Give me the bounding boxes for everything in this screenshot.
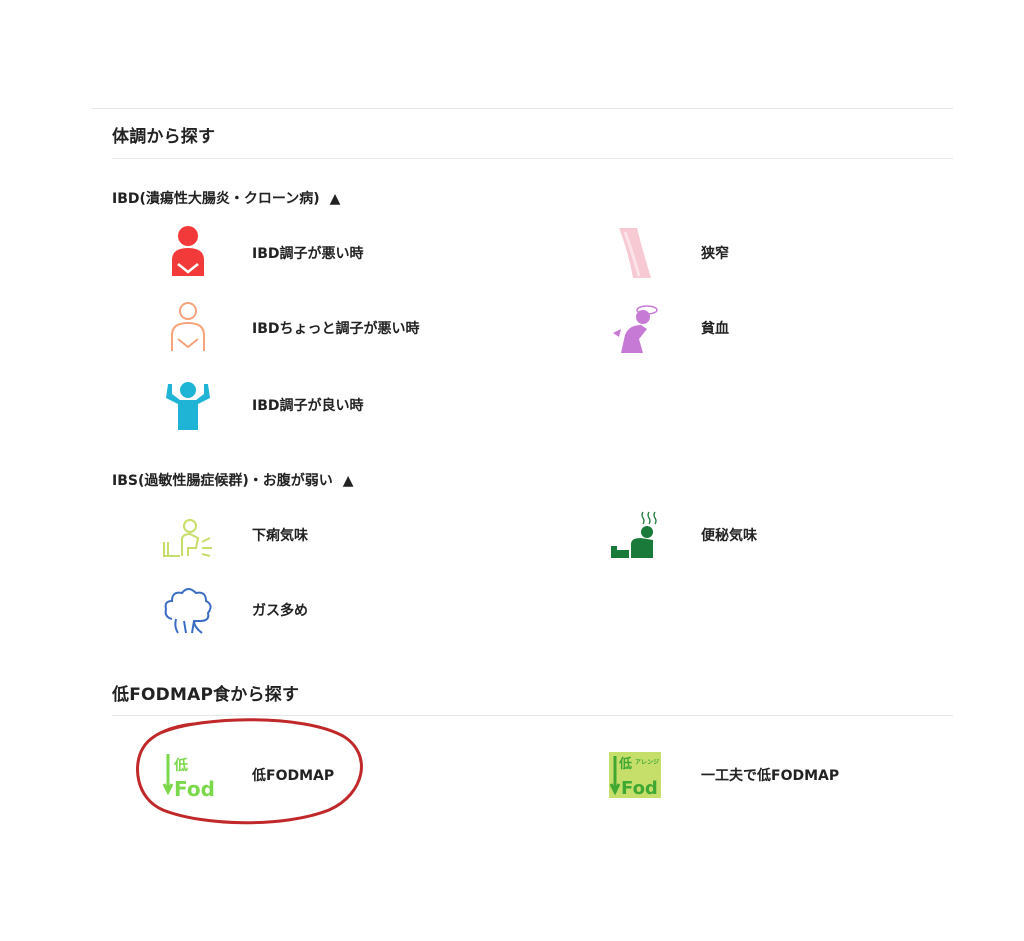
section-heading-fodmap: 低FODMAP食から探す — [112, 685, 300, 705]
low-fod-word: Fod — [174, 777, 215, 801]
condition-label: 貧血 — [701, 321, 729, 337]
category-toggle-ibd[interactable]: IBD(潰瘍性大腸炎・クローン病) ▲ — [112, 188, 340, 208]
person-stomach-pain-icon — [158, 224, 218, 284]
condition-label: ガス多め — [252, 603, 308, 619]
category-title-ibd: IBD(潰瘍性大腸炎・クローン病) — [112, 191, 320, 207]
narrow-intestine-icon — [607, 224, 667, 284]
top-divider — [92, 108, 953, 109]
low-fod-icon: 低 Fod — [158, 746, 218, 806]
category-title-ibs: IBS(過敏性腸症候群)・お腹が弱い — [112, 473, 333, 489]
condition-link-ibd-bad[interactable]: IBD調子が悪い時 — [158, 224, 538, 284]
condition-link-constipation[interactable]: 便秘気味 — [607, 506, 987, 566]
condition-label: IBD調子が良い時 — [252, 398, 364, 414]
fodmap-link-arrange[interactable]: 低 アレンジ Fod 一工夫で低FODMAP — [607, 746, 987, 806]
person-arms-up-icon — [158, 376, 218, 436]
fodmap-label: 一工夫で低FODMAP — [701, 768, 840, 784]
condition-label: IBDちょっと調子が悪い時 — [252, 321, 420, 337]
condition-link-ibd-good[interactable]: IBD調子が良い時 — [158, 376, 538, 436]
condition-link-gas[interactable]: ガス多め — [158, 581, 538, 641]
condition-label: 狭窄 — [701, 246, 729, 262]
condition-label: 便秘気味 — [701, 528, 757, 544]
condition-link-stenosis[interactable]: 狭窄 — [607, 224, 987, 284]
section-heading-condition: 体調から探す — [112, 127, 216, 147]
collapse-triangle-icon: ▲ — [342, 473, 354, 489]
collapse-triangle-icon: ▲ — [329, 191, 341, 207]
arrange-word: Fod — [621, 778, 658, 799]
arrange-word-small: アレンジ — [635, 759, 659, 766]
person-anemia-dizzy-icon — [607, 299, 667, 359]
condition-link-anemia[interactable]: 貧血 — [607, 299, 987, 359]
section-divider-condition — [112, 158, 953, 159]
person-outline-discomfort-icon — [158, 299, 218, 359]
condition-link-diarrhea[interactable]: 下痢気味 — [158, 506, 538, 566]
arrange-kanji: 低 — [618, 756, 632, 772]
person-toilet-constipation-icon — [607, 506, 667, 566]
section-divider-fodmap — [112, 715, 953, 716]
person-toilet-diarrhea-icon — [158, 506, 218, 566]
condition-label: IBD調子が悪い時 — [252, 246, 364, 262]
low-fod-kanji: 低 — [173, 757, 188, 774]
condition-link-ibd-slightly-bad[interactable]: IBDちょっと調子が悪い時 — [158, 299, 538, 359]
condition-label: 下痢気味 — [252, 528, 308, 544]
category-toggle-ibs[interactable]: IBS(過敏性腸症候群)・お腹が弱い ▲ — [112, 470, 354, 490]
low-fod-arrange-icon: 低 アレンジ Fod — [607, 746, 667, 806]
fodmap-label: 低FODMAP — [252, 768, 335, 784]
fodmap-link-low[interactable]: 低 Fod 低FODMAP — [158, 746, 538, 806]
gas-cloud-icon — [158, 581, 218, 641]
